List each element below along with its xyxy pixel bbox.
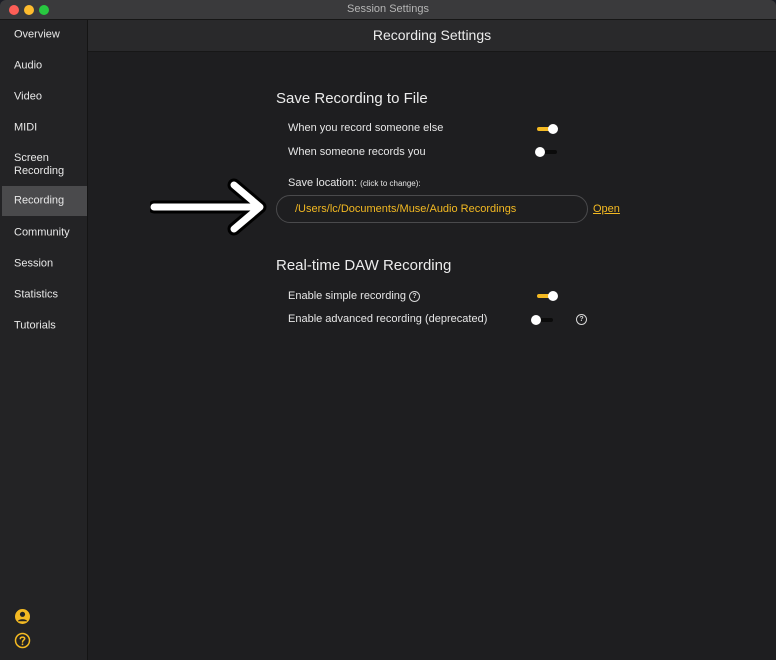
simple-recording-help-icon[interactable]: ? xyxy=(409,290,421,302)
sidebar-item-label: Community xyxy=(14,226,70,239)
someone-records-you-label: When someone records you xyxy=(288,146,426,158)
advanced-recording-label: Enable advanced recording (deprecated) xyxy=(288,313,488,325)
sidebar-item-recording[interactable]: Recording xyxy=(2,186,87,216)
toggle-knob xyxy=(531,315,541,325)
session-settings-window: Session Settings Overview Audio Video MI… xyxy=(0,0,776,660)
advanced-recording-help-icon[interactable]: ? xyxy=(576,314,587,325)
sidebar-item-label: Screen Recording xyxy=(14,152,65,177)
sidebar-item-audio[interactable]: Audio xyxy=(2,56,87,76)
sidebar-item-label: Statistics xyxy=(14,288,59,301)
sidebar: Overview Audio Video MIDI Screen Recordi… xyxy=(0,20,88,660)
sidebar-item-label: Overview xyxy=(14,28,60,41)
sidebar-item-label: MIDI xyxy=(14,121,38,134)
sidebar-item-label: Video xyxy=(14,90,42,103)
account-icon[interactable] xyxy=(14,608,31,625)
sidebar-item-label: Tutorials xyxy=(14,319,56,332)
save-location-field[interactable]: /Users/lc/Documents/Muse/Audio Recording… xyxy=(276,195,588,223)
simple-recording-label: Enable simple recording xyxy=(288,290,407,302)
sidebar-item-overview[interactable]: Overview xyxy=(2,25,87,45)
toggle-knob xyxy=(535,147,545,157)
daw-section-title: Real-time DAW Recording xyxy=(276,257,452,274)
main-header: Recording Settings xyxy=(88,20,776,52)
main-panel: Recording Settings Save Recording to Fil… xyxy=(88,20,776,660)
help-icon[interactable] xyxy=(14,632,31,649)
simple-recording-row: Enable simple recording? xyxy=(288,290,421,302)
window-title: Session Settings xyxy=(347,3,429,15)
sidebar-item-tutorials[interactable]: Tutorials xyxy=(2,316,87,336)
advanced-recording-toggle[interactable] xyxy=(531,314,555,326)
sidebar-item-session[interactable]: Session xyxy=(2,254,87,274)
record-someone-else-label: When you record someone else xyxy=(288,122,444,134)
page-title: Recording Settings xyxy=(372,27,492,43)
sidebar-item-label: Session xyxy=(14,257,54,270)
toggle-knob xyxy=(548,124,558,134)
simple-recording-toggle[interactable] xyxy=(535,290,559,302)
title-bar[interactable]: Session Settings xyxy=(0,0,776,20)
save-location-label: Save location: (click to change): xyxy=(288,177,421,189)
sidebar-item-screen-recording[interactable]: Screen Recording xyxy=(2,147,87,183)
someone-records-you-toggle[interactable] xyxy=(535,146,559,158)
sidebar-item-label: Audio xyxy=(14,59,43,72)
save-location-hint: (click to change): xyxy=(360,179,421,188)
save-location-text: Save location: xyxy=(288,177,358,189)
sidebar-item-label: Recording xyxy=(14,194,65,207)
open-folder-link[interactable]: Open xyxy=(593,203,620,215)
record-someone-else-toggle[interactable] xyxy=(535,123,559,135)
sidebar-item-community[interactable]: Community xyxy=(2,223,87,243)
annotation-arrow-icon xyxy=(150,178,267,236)
save-location-path: /Users/lc/Documents/Muse/Audio Recording… xyxy=(295,203,517,215)
sidebar-item-video[interactable]: Video xyxy=(2,87,87,107)
sidebar-item-statistics[interactable]: Statistics xyxy=(2,285,87,305)
save-section-title: Save Recording to File xyxy=(276,90,428,107)
toggle-knob xyxy=(548,291,558,301)
sidebar-item-midi[interactable]: MIDI xyxy=(2,118,87,138)
